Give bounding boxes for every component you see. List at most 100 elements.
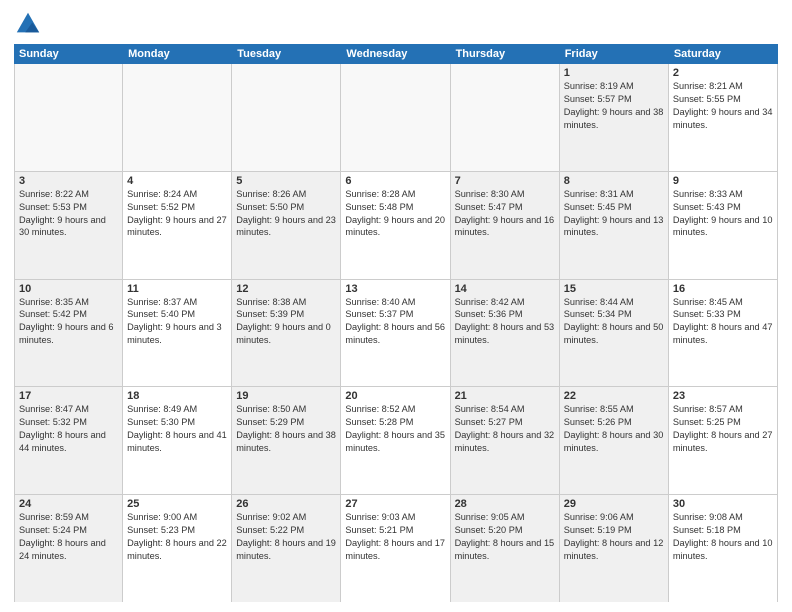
- day-info: Sunrise: 8:30 AM Sunset: 5:47 PM Dayligh…: [455, 188, 555, 240]
- day-info: Sunrise: 9:05 AM Sunset: 5:20 PM Dayligh…: [455, 511, 555, 563]
- day-number: 15: [564, 283, 664, 295]
- day-number: 24: [19, 498, 118, 510]
- cal-cell: 23Sunrise: 8:57 AM Sunset: 5:25 PM Dayli…: [669, 387, 778, 494]
- day-info: Sunrise: 8:19 AM Sunset: 5:57 PM Dayligh…: [564, 80, 664, 132]
- logo: [14, 10, 46, 38]
- day-info: Sunrise: 8:24 AM Sunset: 5:52 PM Dayligh…: [127, 188, 227, 240]
- cal-cell: 4Sunrise: 8:24 AM Sunset: 5:52 PM Daylig…: [123, 172, 232, 279]
- cal-cell: 5Sunrise: 8:26 AM Sunset: 5:50 PM Daylig…: [232, 172, 341, 279]
- header: [14, 10, 778, 38]
- cal-cell: 22Sunrise: 8:55 AM Sunset: 5:26 PM Dayli…: [560, 387, 669, 494]
- cal-cell: 12Sunrise: 8:38 AM Sunset: 5:39 PM Dayli…: [232, 280, 341, 387]
- day-number: 13: [345, 283, 445, 295]
- cal-row-4: 24Sunrise: 8:59 AM Sunset: 5:24 PM Dayli…: [14, 495, 778, 602]
- day-number: 17: [19, 390, 118, 402]
- day-number: 22: [564, 390, 664, 402]
- cal-cell: [14, 64, 123, 171]
- day-number: 29: [564, 498, 664, 510]
- cal-cell: 7Sunrise: 8:30 AM Sunset: 5:47 PM Daylig…: [451, 172, 560, 279]
- cal-cell: 29Sunrise: 9:06 AM Sunset: 5:19 PM Dayli…: [560, 495, 669, 602]
- day-info: Sunrise: 8:31 AM Sunset: 5:45 PM Dayligh…: [564, 188, 664, 240]
- cal-cell: 9Sunrise: 8:33 AM Sunset: 5:43 PM Daylig…: [669, 172, 778, 279]
- cal-cell: [123, 64, 232, 171]
- cal-cell: 21Sunrise: 8:54 AM Sunset: 5:27 PM Dayli…: [451, 387, 560, 494]
- day-info: Sunrise: 9:02 AM Sunset: 5:22 PM Dayligh…: [236, 511, 336, 563]
- day-info: Sunrise: 8:55 AM Sunset: 5:26 PM Dayligh…: [564, 403, 664, 455]
- day-info: Sunrise: 9:00 AM Sunset: 5:23 PM Dayligh…: [127, 511, 227, 563]
- cal-cell: 25Sunrise: 9:00 AM Sunset: 5:23 PM Dayli…: [123, 495, 232, 602]
- day-info: Sunrise: 8:38 AM Sunset: 5:39 PM Dayligh…: [236, 296, 336, 348]
- cal-row-0: 1Sunrise: 8:19 AM Sunset: 5:57 PM Daylig…: [14, 64, 778, 172]
- cal-cell: 1Sunrise: 8:19 AM Sunset: 5:57 PM Daylig…: [560, 64, 669, 171]
- cal-cell: 3Sunrise: 8:22 AM Sunset: 5:53 PM Daylig…: [14, 172, 123, 279]
- day-number: 28: [455, 498, 555, 510]
- day-number: 11: [127, 283, 227, 295]
- cal-cell: 28Sunrise: 9:05 AM Sunset: 5:20 PM Dayli…: [451, 495, 560, 602]
- cal-cell: [341, 64, 450, 171]
- header-sunday: Sunday: [14, 44, 123, 64]
- day-info: Sunrise: 9:06 AM Sunset: 5:19 PM Dayligh…: [564, 511, 664, 563]
- header-thursday: Thursday: [451, 44, 560, 64]
- cal-cell: 20Sunrise: 8:52 AM Sunset: 5:28 PM Dayli…: [341, 387, 450, 494]
- header-saturday: Saturday: [669, 44, 778, 64]
- day-info: Sunrise: 8:50 AM Sunset: 5:29 PM Dayligh…: [236, 403, 336, 455]
- day-number: 27: [345, 498, 445, 510]
- day-number: 20: [345, 390, 445, 402]
- day-number: 2: [673, 67, 773, 79]
- cal-cell: 19Sunrise: 8:50 AM Sunset: 5:29 PM Dayli…: [232, 387, 341, 494]
- day-number: 10: [19, 283, 118, 295]
- day-number: 21: [455, 390, 555, 402]
- day-info: Sunrise: 8:45 AM Sunset: 5:33 PM Dayligh…: [673, 296, 773, 348]
- day-info: Sunrise: 8:54 AM Sunset: 5:27 PM Dayligh…: [455, 403, 555, 455]
- header-tuesday: Tuesday: [232, 44, 341, 64]
- day-info: Sunrise: 8:47 AM Sunset: 5:32 PM Dayligh…: [19, 403, 118, 455]
- cal-cell: 8Sunrise: 8:31 AM Sunset: 5:45 PM Daylig…: [560, 172, 669, 279]
- cal-cell: 15Sunrise: 8:44 AM Sunset: 5:34 PM Dayli…: [560, 280, 669, 387]
- cal-row-2: 10Sunrise: 8:35 AM Sunset: 5:42 PM Dayli…: [14, 280, 778, 388]
- cal-row-1: 3Sunrise: 8:22 AM Sunset: 5:53 PM Daylig…: [14, 172, 778, 280]
- day-number: 1: [564, 67, 664, 79]
- header-friday: Friday: [560, 44, 669, 64]
- cal-cell: 6Sunrise: 8:28 AM Sunset: 5:48 PM Daylig…: [341, 172, 450, 279]
- day-number: 19: [236, 390, 336, 402]
- cal-cell: 11Sunrise: 8:37 AM Sunset: 5:40 PM Dayli…: [123, 280, 232, 387]
- calendar-header: SundayMondayTuesdayWednesdayThursdayFrid…: [14, 44, 778, 64]
- day-number: 12: [236, 283, 336, 295]
- day-info: Sunrise: 8:59 AM Sunset: 5:24 PM Dayligh…: [19, 511, 118, 563]
- day-info: Sunrise: 8:40 AM Sunset: 5:37 PM Dayligh…: [345, 296, 445, 348]
- day-number: 6: [345, 175, 445, 187]
- day-info: Sunrise: 8:35 AM Sunset: 5:42 PM Dayligh…: [19, 296, 118, 348]
- day-number: 23: [673, 390, 773, 402]
- day-number: 3: [19, 175, 118, 187]
- day-info: Sunrise: 9:03 AM Sunset: 5:21 PM Dayligh…: [345, 511, 445, 563]
- day-info: Sunrise: 8:42 AM Sunset: 5:36 PM Dayligh…: [455, 296, 555, 348]
- page: SundayMondayTuesdayWednesdayThursdayFrid…: [0, 0, 792, 612]
- cal-row-3: 17Sunrise: 8:47 AM Sunset: 5:32 PM Dayli…: [14, 387, 778, 495]
- day-info: Sunrise: 8:49 AM Sunset: 5:30 PM Dayligh…: [127, 403, 227, 455]
- header-wednesday: Wednesday: [341, 44, 450, 64]
- cal-cell: 17Sunrise: 8:47 AM Sunset: 5:32 PM Dayli…: [14, 387, 123, 494]
- day-info: Sunrise: 8:52 AM Sunset: 5:28 PM Dayligh…: [345, 403, 445, 455]
- cal-cell: 27Sunrise: 9:03 AM Sunset: 5:21 PM Dayli…: [341, 495, 450, 602]
- day-info: Sunrise: 8:33 AM Sunset: 5:43 PM Dayligh…: [673, 188, 773, 240]
- cal-cell: 16Sunrise: 8:45 AM Sunset: 5:33 PM Dayli…: [669, 280, 778, 387]
- day-info: Sunrise: 8:21 AM Sunset: 5:55 PM Dayligh…: [673, 80, 773, 132]
- day-number: 16: [673, 283, 773, 295]
- day-info: Sunrise: 8:28 AM Sunset: 5:48 PM Dayligh…: [345, 188, 445, 240]
- cal-cell: 14Sunrise: 8:42 AM Sunset: 5:36 PM Dayli…: [451, 280, 560, 387]
- day-number: 26: [236, 498, 336, 510]
- day-info: Sunrise: 8:37 AM Sunset: 5:40 PM Dayligh…: [127, 296, 227, 348]
- day-number: 4: [127, 175, 227, 187]
- day-info: Sunrise: 8:26 AM Sunset: 5:50 PM Dayligh…: [236, 188, 336, 240]
- cal-cell: 26Sunrise: 9:02 AM Sunset: 5:22 PM Dayli…: [232, 495, 341, 602]
- cal-cell: 24Sunrise: 8:59 AM Sunset: 5:24 PM Dayli…: [14, 495, 123, 602]
- header-monday: Monday: [123, 44, 232, 64]
- day-number: 30: [673, 498, 773, 510]
- calendar-body: 1Sunrise: 8:19 AM Sunset: 5:57 PM Daylig…: [14, 64, 778, 602]
- day-number: 9: [673, 175, 773, 187]
- logo-icon: [14, 10, 42, 38]
- cal-cell: [451, 64, 560, 171]
- cal-cell: 30Sunrise: 9:08 AM Sunset: 5:18 PM Dayli…: [669, 495, 778, 602]
- day-number: 14: [455, 283, 555, 295]
- day-number: 25: [127, 498, 227, 510]
